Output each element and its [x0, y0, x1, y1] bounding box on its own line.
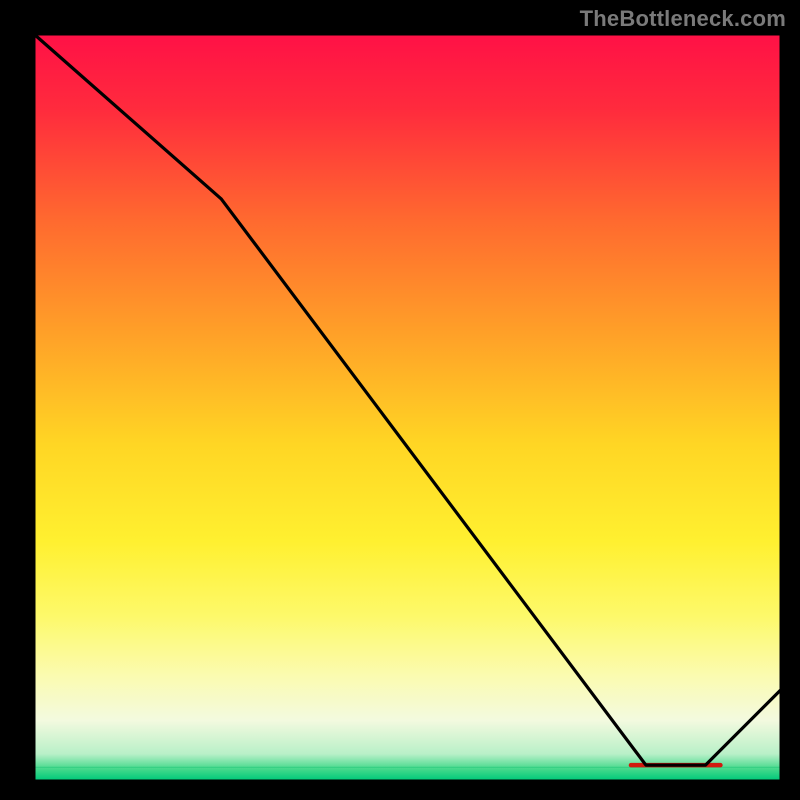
chart-container: TheBottleneck.com [0, 0, 800, 800]
watermark-text: TheBottleneck.com [580, 6, 786, 32]
bottleneck-chart [0, 0, 800, 800]
